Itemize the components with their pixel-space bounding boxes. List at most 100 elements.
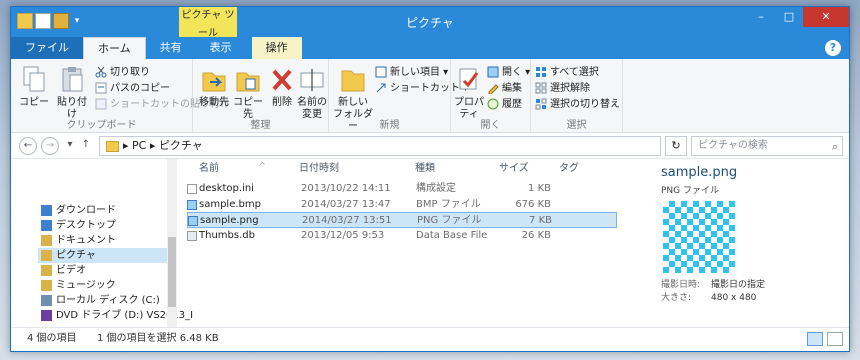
edit-button[interactable]: 編集 [487,81,522,97]
new-item-label: 新しい項目 ▾ [390,67,449,78]
file-date: 2013/10/22 14:11 [301,183,391,194]
file-list: 名前 ^ 日付時刻 種類 サイズ タグ desktop.ini 2013/10/2… [181,159,633,327]
column-header-date[interactable]: 日付時刻 [299,161,339,177]
new-item-icon [375,66,387,78]
maximize-button[interactable]: □ [775,7,803,27]
file-row[interactable]: desktop.ini 2013/10/22 14:11 構成設定 1 KB [187,181,617,197]
properties-button[interactable]: プロパティ [451,65,487,121]
nav-item-downloads[interactable]: ダウンロード [41,203,116,218]
file-size: 7 KB [529,215,552,226]
history-button[interactable]: 履歴 [487,97,522,113]
tab-home[interactable]: ホーム [83,37,146,59]
select-none-button[interactable]: 選択解除 [535,81,590,97]
tab-view[interactable]: 表示 [196,37,246,59]
address-row: ← → ▾ ↑ ▸ PC ▸ ピクチャ ↻ ピクチャの検索 ⌕ [11,133,849,159]
back-button[interactable]: ← [19,137,37,155]
tab-share[interactable]: 共有 [146,37,196,59]
file-date: 2014/03/27 13:51 [302,215,392,226]
move-to-button[interactable]: 移動先 [197,65,231,109]
column-header-tag[interactable]: タグ [559,161,579,177]
nav-item-label: デスクトップ [56,220,116,231]
file-row[interactable]: sample.bmp 2014/03/27 13:47 BMP ファイル 676… [187,197,617,213]
copy-icon [20,65,48,95]
delete-button[interactable]: 削除 [265,65,299,109]
refresh-button[interactable]: ↻ [665,136,687,156]
preview-size-row: 大きさ: 480 x 480 [661,290,756,303]
nav-item-videos[interactable]: ビデオ [41,263,86,278]
nav-item-label: ピクチャ [56,250,96,261]
nav-item-label: ビデオ [56,265,86,276]
open-button[interactable]: 開く ▾ [487,65,530,81]
move-to-icon [200,65,228,95]
up-button[interactable]: ↑ [77,137,95,155]
scrollbar-thumb[interactable] [168,237,176,307]
selection-info: 1 個の項目を選択 6.48 KB [97,333,219,344]
group-label-organize: 整理 [250,120,271,131]
desktop-icon [41,219,52,231]
group-label-open: 開く [480,120,501,131]
address-bar[interactable]: ▸ PC ▸ ピクチャ [99,136,661,156]
column-header-type[interactable]: 種類 [415,161,435,177]
copy-path-icon [95,82,107,94]
group-select: すべて選択 選択解除 選択の切り替え 選択 [531,59,623,133]
file-row-selected[interactable]: sample.png 2014/03/27 13:51 PNG ファイル 7 K… [187,212,617,228]
copy-to-button[interactable]: コピー先 [231,65,265,121]
cut-button[interactable]: 切り取り [95,65,150,81]
select-all-button[interactable]: すべて選択 [535,65,599,81]
status-bar: 4 個の項目 1 個の項目を選択 6.48 KB [11,327,849,351]
column-header-name[interactable]: 名前 ^ [199,161,266,177]
search-placeholder: ピクチャの検索 [698,140,768,151]
invert-selection-label: 選択の切り替え [550,99,620,110]
select-all-icon [535,66,547,78]
group-clipboard: コピー 貼り付け 切り取り パスのコピー ショートカットの貼り付け クリップボー… [11,59,230,133]
file-name: desktop.ini [199,183,254,194]
tab-manage[interactable]: 操作 [251,37,302,59]
settings-file-icon [187,184,197,194]
ribbon: コピー 貼り付け 切り取り パスのコピー ショートカットの貼り付け クリップボー… [11,59,849,133]
file-size: 676 KB [515,199,551,210]
close-button[interactable]: ✕ [803,7,849,27]
preview-file-type: PNG ファイル [661,186,719,196]
forward-button[interactable]: → [41,137,59,155]
group-open: プロパティ 開く ▾ 編集 履歴 開く [451,59,531,133]
nav-item-documents[interactable]: ドキュメント [41,233,116,248]
column-name-label: 名前 [199,163,219,174]
copy-path-button[interactable]: パスのコピー [95,81,170,97]
new-item-button[interactable]: 新しい項目 ▾ [375,65,448,81]
preview-date-value[interactable]: 撮影日の指定 [711,280,765,290]
history-icon [487,98,499,110]
properties-icon [455,65,483,95]
search-input[interactable]: ピクチャの検索 ⌕ [691,136,843,156]
nav-item-music[interactable]: ミュージック [41,278,116,293]
rename-button[interactable]: 名前の 変更 [295,65,329,121]
copy-path-label: パスのコピー [110,83,170,94]
minimize-button[interactable]: – [747,7,775,27]
tab-file[interactable]: ファイル [11,37,83,59]
downloads-icon [41,204,52,216]
edit-icon [487,82,499,95]
paste-button[interactable]: 貼り付け [53,65,91,121]
file-size: 1 KB [528,183,551,194]
nav-item-local-disk[interactable]: ローカル ディスク (C:) [41,293,160,308]
file-date: 2014/03/27 13:47 [301,199,391,210]
group-label-select: 選択 [566,120,587,131]
file-name: Thumbs.db [199,230,255,241]
nav-scrollbar[interactable] [167,159,177,327]
column-header-size[interactable]: サイズ [499,161,529,177]
details-view-icon[interactable] [807,332,823,346]
scissors-icon [95,66,107,78]
preview-title: sample.png [661,165,738,180]
large-icons-view-icon[interactable] [827,332,843,346]
nav-item-pictures[interactable]: ピクチャ [38,248,172,263]
invert-selection-button[interactable]: 選択の切り替え [535,97,620,113]
file-row[interactable]: Thumbs.db 2013/12/05 9:53 Data Base File… [187,228,617,244]
nav-item-label: ダウンロード [56,205,116,216]
cut-label: 切り取り [110,67,150,78]
visual-studio-icon [41,309,52,321]
rename-icon [298,65,326,95]
copy-button[interactable]: コピー [17,65,51,109]
nav-item-desktop[interactable]: デスクトップ [41,218,116,233]
group-label-clipboard: クリップボード [66,120,137,131]
details-pane: sample.png PNG ファイル 撮影日時: 撮影日の指定 大きさ: 480 … [651,159,847,327]
help-icon[interactable]: ? [825,40,841,56]
